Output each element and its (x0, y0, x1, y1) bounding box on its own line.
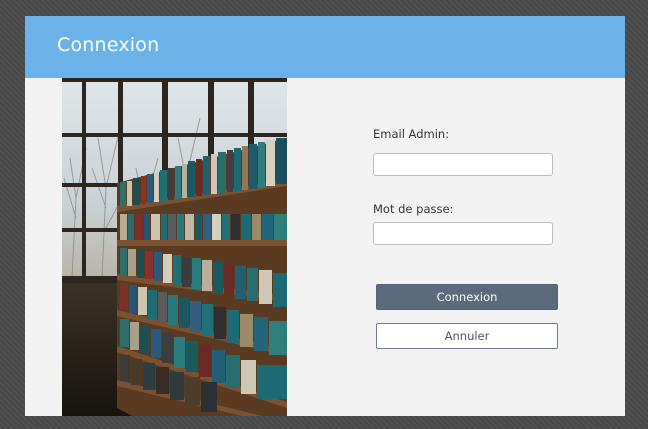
email-label: Email Admin: (373, 127, 450, 141)
cancel-button[interactable]: Annuler (376, 323, 558, 349)
login-button-label: Connexion (436, 290, 498, 304)
login-dialog: Connexion Email Admin: Mot de passe: Con… (25, 16, 625, 416)
dialog-header: Connexion (25, 16, 625, 78)
password-label: Mot de passe: (373, 202, 454, 216)
password-field[interactable] (373, 222, 553, 245)
login-button[interactable]: Connexion (376, 284, 558, 310)
dialog-title: Connexion (57, 34, 160, 56)
cancel-button-label: Annuler (444, 329, 490, 343)
email-field[interactable] (373, 153, 553, 176)
library-bookshelf-image (62, 78, 287, 416)
